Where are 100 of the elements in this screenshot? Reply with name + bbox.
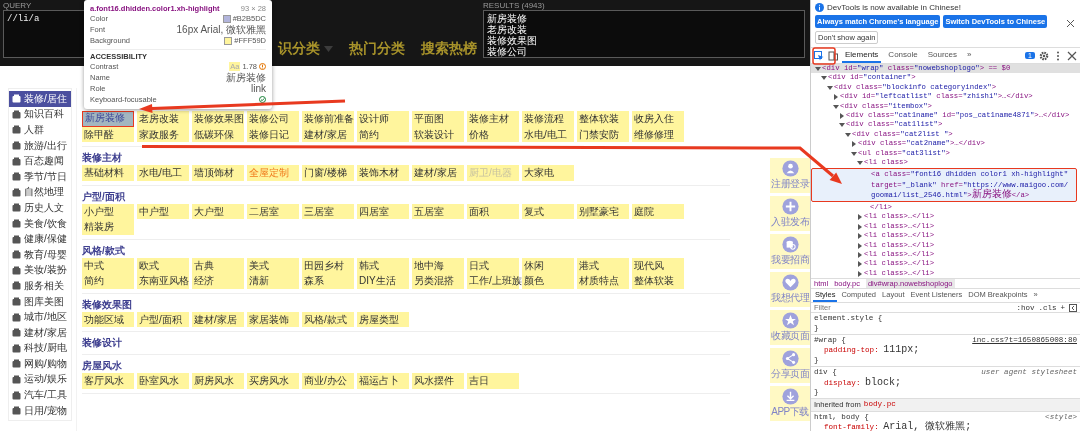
category-link[interactable]: 基础材料 <box>82 165 134 181</box>
sidebar-item[interactable]: 城市/地区 <box>9 309 71 325</box>
sidebar-item[interactable]: 健康/保健 <box>9 231 71 247</box>
category-link[interactable]: 家居装饰 <box>247 311 299 327</box>
category-link[interactable]: 清新 <box>247 273 299 289</box>
collapsed-caret-icon[interactable] <box>851 141 857 148</box>
category-link[interactable]: 经济 <box>192 273 244 289</box>
category-link[interactable]: 美式 <box>247 257 299 273</box>
category-link[interactable]: 大家电 <box>522 165 574 181</box>
category-link[interactable]: 欧式 <box>137 257 189 273</box>
collapsed-caret-icon[interactable] <box>857 261 863 268</box>
inspect-icon[interactable] <box>814 50 824 61</box>
expanded-caret-icon[interactable] <box>851 150 857 157</box>
category-link[interactable]: 客厅风水 <box>82 373 134 389</box>
collapsed-caret-icon[interactable] <box>857 233 863 240</box>
settings-icon[interactable] <box>1039 50 1049 61</box>
category-link[interactable]: 古典 <box>192 257 244 273</box>
expanded-caret-icon[interactable] <box>857 160 863 167</box>
collapsed-caret-icon[interactable] <box>857 270 863 277</box>
category-link[interactable]: 中户型 <box>137 203 189 219</box>
category-link[interactable]: 另类混搭 <box>412 273 464 289</box>
category-link[interactable]: 中式 <box>82 257 134 273</box>
sidebar-item[interactable]: 历史人文 <box>9 200 71 216</box>
category-link[interactable]: 建材/家居 <box>412 165 464 181</box>
category-link[interactable]: 整体软装 <box>632 273 684 289</box>
category-link[interactable]: 材质特点 <box>577 273 629 289</box>
category-link[interactable]: 风格/款式 <box>302 311 354 327</box>
category-link[interactable]: DIY生活 <box>357 273 409 289</box>
sidebar-item[interactable]: 自然地理 <box>9 184 71 201</box>
category-link[interactable]: 日式 <box>467 257 519 273</box>
collapsed-caret-icon[interactable] <box>833 94 839 101</box>
sidebar-item[interactable]: 百态趣闻 <box>9 153 71 169</box>
more-tabs-button[interactable]: » <box>964 48 975 63</box>
sidebar-toggle-icon[interactable] <box>1069 303 1077 312</box>
close-icon[interactable] <box>1067 20 1074 27</box>
category-link[interactable]: 庭院 <box>632 203 684 219</box>
site-nav-link[interactable]: 搜索热榜 <box>421 40 477 58</box>
collapsed-caret-icon[interactable] <box>857 223 863 230</box>
collapsed-caret-icon[interactable] <box>839 113 845 120</box>
category-link[interactable]: 森系 <box>302 273 354 289</box>
category-link[interactable]: 颜色 <box>522 273 574 289</box>
sidebar-item[interactable]: 装修/居住 <box>9 91 71 107</box>
sidebar-item[interactable]: 知识百科 <box>9 106 71 123</box>
category-link[interactable]: 户型/面积 <box>137 311 189 327</box>
devtools-tab[interactable]: Console <box>885 48 921 63</box>
category-link[interactable]: 新房装修 <box>82 111 134 127</box>
category-link[interactable]: 休闲 <box>522 257 574 273</box>
site-nav-link[interactable]: 热门分类 <box>349 40 405 58</box>
category-link[interactable]: 风水摆件 <box>412 373 464 389</box>
category-link[interactable]: 水电/电工 <box>137 165 189 181</box>
category-link[interactable]: 简约 <box>82 273 134 289</box>
category-link[interactable]: 装修前准备 <box>302 111 354 127</box>
category-link[interactable]: 老房改装 <box>137 111 189 127</box>
devtools-tab[interactable]: Sources <box>924 48 961 63</box>
sidebar-item[interactable]: 旅游/出行 <box>9 137 71 154</box>
category-link[interactable]: 装修效果图 <box>192 111 244 127</box>
category-link[interactable]: 建材/家居 <box>192 311 244 327</box>
category-link[interactable]: 韩式 <box>357 257 409 273</box>
category-link[interactable]: 商业/办公 <box>302 373 354 389</box>
sidebar-item[interactable]: 科技/厨电 <box>9 340 71 357</box>
collapsed-caret-icon[interactable] <box>857 242 863 249</box>
category-link[interactable]: 二居室 <box>247 203 299 219</box>
sidebar-item[interactable]: 美妆/装扮 <box>9 262 71 279</box>
category-link[interactable]: 设计师 <box>357 111 409 127</box>
category-link[interactable]: 平面图 <box>412 111 464 127</box>
category-link[interactable]: 五居室 <box>412 203 464 219</box>
category-link[interactable]: 吉日 <box>467 373 519 389</box>
sidebar-item[interactable]: 图库美图 <box>9 293 71 310</box>
category-link[interactable]: 精装房 <box>82 219 134 235</box>
category-link[interactable]: 复式 <box>522 203 574 219</box>
collapsed-caret-icon[interactable] <box>857 252 863 258</box>
category-link[interactable]: 别墅豪宅 <box>577 203 629 219</box>
side-action-button[interactable]: 分享页面 <box>770 348 810 383</box>
site-nav-link[interactable]: 识分类 <box>278 40 333 58</box>
category-link[interactable]: 厨房风水 <box>192 373 244 389</box>
category-link[interactable]: 地中海 <box>412 257 464 273</box>
category-link[interactable]: 港式 <box>577 257 629 273</box>
expanded-caret-icon[interactable] <box>821 75 827 82</box>
category-link[interactable]: 装修公司 <box>247 111 299 127</box>
category-link[interactable]: 墙顶饰材 <box>192 165 244 181</box>
sidebar-item[interactable]: 教育/母婴 <box>9 246 71 263</box>
category-link[interactable]: 四居室 <box>357 203 409 219</box>
expanded-caret-icon[interactable] <box>815 66 821 72</box>
category-link[interactable]: 收房入住 <box>632 111 684 127</box>
device-icon[interactable] <box>828 50 838 61</box>
sidebar-item[interactable]: 季节/节日 <box>9 168 71 185</box>
sidebar-item[interactable]: 服务相关 <box>9 278 71 294</box>
category-link[interactable]: 现代风 <box>632 257 684 273</box>
sidebar-item[interactable]: 人群 <box>9 122 71 138</box>
sidebar-item[interactable]: 网购/购物 <box>9 356 71 372</box>
category-link[interactable]: 装修流程 <box>522 111 574 127</box>
expanded-caret-icon[interactable] <box>839 122 845 129</box>
category-link[interactable]: 田园乡村 <box>302 257 354 273</box>
sidebar-item[interactable]: 美食/饮食 <box>9 215 71 232</box>
sidebar-item[interactable]: 汽车/工具 <box>9 387 71 403</box>
category-link[interactable]: 三居室 <box>302 203 354 219</box>
category-link[interactable]: 大户型 <box>192 203 244 219</box>
category-link[interactable]: 房屋类型 <box>357 311 409 327</box>
sidebar-item[interactable]: 日用/宠物 <box>9 402 71 419</box>
category-link[interactable]: 福运占卜 <box>357 373 409 389</box>
